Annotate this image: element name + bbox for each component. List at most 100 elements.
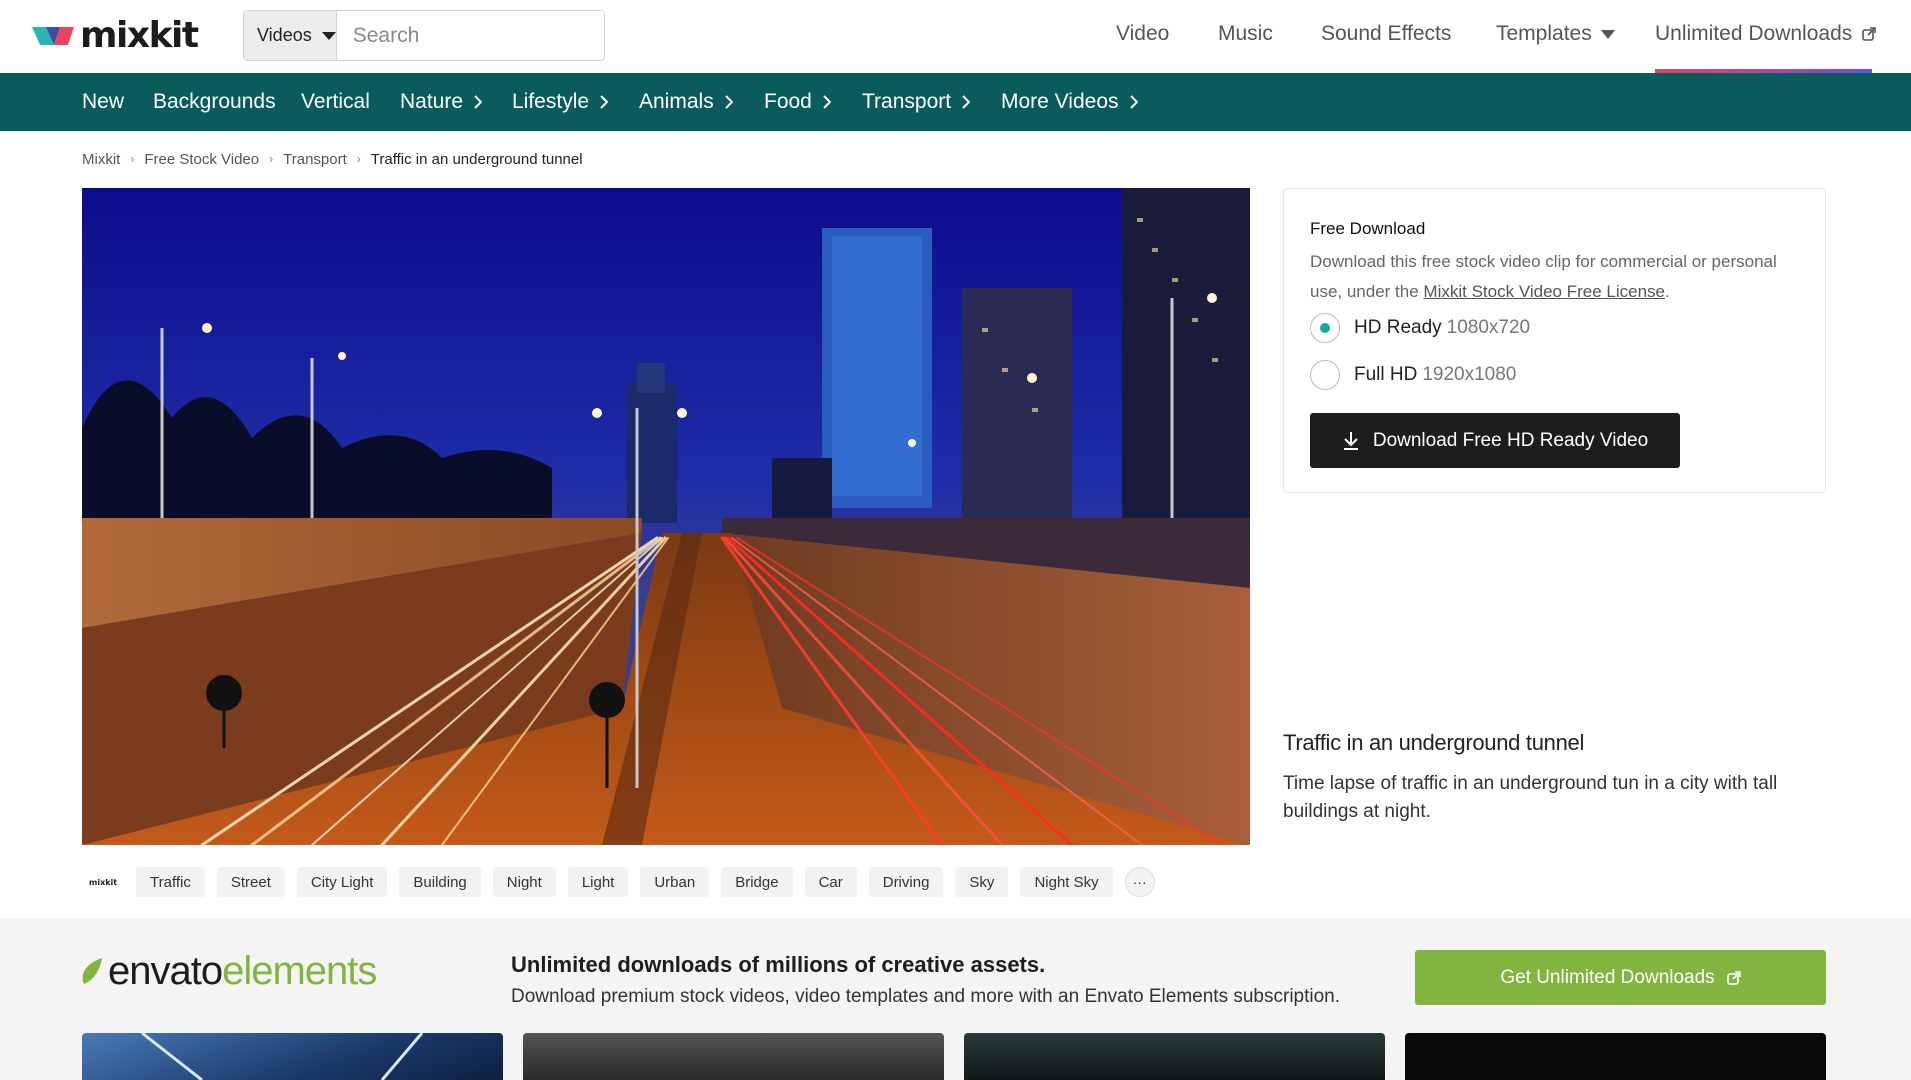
category-label: Nature xyxy=(400,90,464,113)
breadcrumb: Mixkit › Free Stock Video › Transport › … xyxy=(82,150,583,168)
tag-traffic[interactable]: Traffic xyxy=(136,867,205,897)
get-unlimited-downloads-label: Get Unlimited Downloads xyxy=(1500,966,1715,988)
envato-thumbnail[interactable] xyxy=(82,1033,503,1080)
tag-sky[interactable]: Sky xyxy=(955,867,1009,897)
thumbnail-image xyxy=(141,1033,424,1080)
tag-street[interactable]: Street xyxy=(216,867,285,897)
category-food[interactable]: Food xyxy=(764,73,831,131)
download-button-label: Download Free HD Ready Video xyxy=(1372,429,1649,451)
breadcrumb-link-mixkit[interactable]: Mixkit xyxy=(82,151,120,168)
category-vertical[interactable]: Vertical xyxy=(301,73,370,131)
envato-leaf-icon xyxy=(82,958,102,984)
breadcrumb-link-transport[interactable]: Transport xyxy=(283,151,347,168)
site-header: mixkit Videos Video Music Sound Effects … xyxy=(0,0,1911,73)
download-card-description: Download this free stock video clip for … xyxy=(1310,247,1810,307)
download-card: Free Download Download this free stock v… xyxy=(1283,188,1826,493)
breadcrumb-current: Traffic in an underground tunnel xyxy=(370,150,583,168)
category-label: Lifestyle xyxy=(512,90,590,113)
category-animals[interactable]: Animals xyxy=(639,73,733,131)
mixkit-logo[interactable]: mixkit xyxy=(32,15,199,56)
mixkit-small-logo: mixkit xyxy=(89,877,118,887)
option-resolution: 1080x720 xyxy=(1446,317,1531,338)
nav-music[interactable]: Music xyxy=(1218,22,1273,46)
option-full-hd[interactable]: Full HD 1920x1080 xyxy=(1310,360,1516,390)
external-link-icon xyxy=(1862,27,1877,41)
search-input[interactable] xyxy=(336,11,604,60)
category-label: Vertical xyxy=(301,90,370,113)
chevron-right-icon xyxy=(724,95,733,109)
chevron-right-icon: › xyxy=(356,152,361,166)
license-link[interactable]: Mixkit Stock Video Free License xyxy=(1423,282,1665,301)
category-backgrounds[interactable]: Backgrounds xyxy=(153,73,276,131)
nav-templates-label: Templates xyxy=(1496,22,1592,45)
tag-car[interactable]: Car xyxy=(804,867,857,897)
tag-night-sky[interactable]: Night Sky xyxy=(1020,867,1113,897)
category-label: Transport xyxy=(862,90,952,113)
chevron-right-icon: › xyxy=(269,152,274,166)
nav-unlimited-downloads[interactable]: Unlimited Downloads xyxy=(1655,22,1877,46)
category-label: More Videos xyxy=(1001,90,1119,113)
option-label: HD Ready xyxy=(1354,317,1442,338)
chevron-right-icon xyxy=(474,95,483,109)
category-transport[interactable]: Transport xyxy=(862,73,971,131)
nav-unlimited-downloads-label: Unlimited Downloads xyxy=(1655,22,1853,45)
radio-button[interactable] xyxy=(1310,360,1340,390)
envato-thumbnail[interactable] xyxy=(1405,1033,1826,1080)
envato-thumbnail[interactable] xyxy=(964,1033,1385,1080)
envato-subtext: Download premium stock videos, video tem… xyxy=(511,986,1341,1007)
category-more-videos[interactable]: More Videos xyxy=(1001,73,1138,131)
more-tags-button[interactable]: ··· xyxy=(1124,867,1155,897)
chevron-right-icon xyxy=(600,95,609,109)
search-bar: Videos xyxy=(243,10,605,61)
chevron-right-icon xyxy=(823,95,831,109)
tags-row: mixkit Traffic Street City Light Buildin… xyxy=(82,866,1155,898)
tag-bridge[interactable]: Bridge xyxy=(721,867,793,897)
category-label: Backgrounds xyxy=(153,90,276,113)
envato-headline: Unlimited downloads of millions of creat… xyxy=(511,952,1046,977)
breadcrumb-link-free-stock-video[interactable]: Free Stock Video xyxy=(144,151,259,168)
envato-thumbnail[interactable] xyxy=(523,1033,944,1080)
chevron-right-icon: › xyxy=(130,152,135,166)
logo-wordmark: mixkit xyxy=(80,15,199,56)
tag-city-light[interactable]: City Light xyxy=(296,867,388,897)
category-label: New xyxy=(82,90,125,113)
envato-promo-section: envato elements Unlimited downloads of mi… xyxy=(0,918,1911,1080)
nav-templates[interactable]: Templates xyxy=(1496,22,1615,46)
category-bar: New Backgrounds Vertical Nature Lifestyl… xyxy=(0,73,1911,131)
external-link-icon xyxy=(1726,970,1741,985)
search-type-dropdown[interactable]: Videos xyxy=(244,11,337,60)
download-button[interactable]: Download Free HD Ready Video xyxy=(1310,413,1680,468)
caret-down-icon xyxy=(321,31,336,40)
download-desc-suffix: . xyxy=(1665,282,1670,301)
nav-music-label: Music xyxy=(1218,22,1273,45)
tag-driving[interactable]: Driving xyxy=(868,867,944,897)
elements-logo-word: elements xyxy=(222,948,377,993)
chevron-right-icon xyxy=(1129,95,1138,109)
tag-light[interactable]: Light xyxy=(567,867,629,897)
mixkit-logo-mark-icon xyxy=(32,27,74,45)
video-player[interactable] xyxy=(82,188,1250,845)
category-new[interactable]: New xyxy=(82,73,124,131)
video-title: Traffic in an underground tunnel xyxy=(1283,730,1585,755)
download-card-title: Free Download xyxy=(1310,219,1426,238)
tag-night[interactable]: Night xyxy=(492,867,556,897)
caret-down-icon xyxy=(1600,29,1615,39)
envato-logo-word: envato xyxy=(108,948,223,993)
nav-sound-effects[interactable]: Sound Effects xyxy=(1321,22,1451,46)
nav-sound-effects-label: Sound Effects xyxy=(1321,22,1452,45)
get-unlimited-downloads-button[interactable]: Get Unlimited Downloads xyxy=(1415,950,1826,1005)
video-frame-image xyxy=(82,188,1250,845)
option-label: Full HD xyxy=(1354,364,1418,385)
download-icon xyxy=(1343,431,1358,450)
option-hd-ready[interactable]: HD Ready 1080x720 xyxy=(1310,313,1530,343)
envato-elements-logo[interactable]: envato elements xyxy=(80,946,377,996)
search-type-label: Videos xyxy=(257,25,312,45)
nav-video[interactable]: Video xyxy=(1116,22,1169,46)
category-label: Food xyxy=(764,90,812,113)
radio-button-checked[interactable] xyxy=(1310,313,1340,343)
category-lifestyle[interactable]: Lifestyle xyxy=(512,73,609,131)
nav-video-label: Video xyxy=(1116,22,1170,45)
tag-building[interactable]: Building xyxy=(399,867,481,897)
tag-urban[interactable]: Urban xyxy=(640,867,710,897)
category-nature[interactable]: Nature xyxy=(400,73,483,131)
